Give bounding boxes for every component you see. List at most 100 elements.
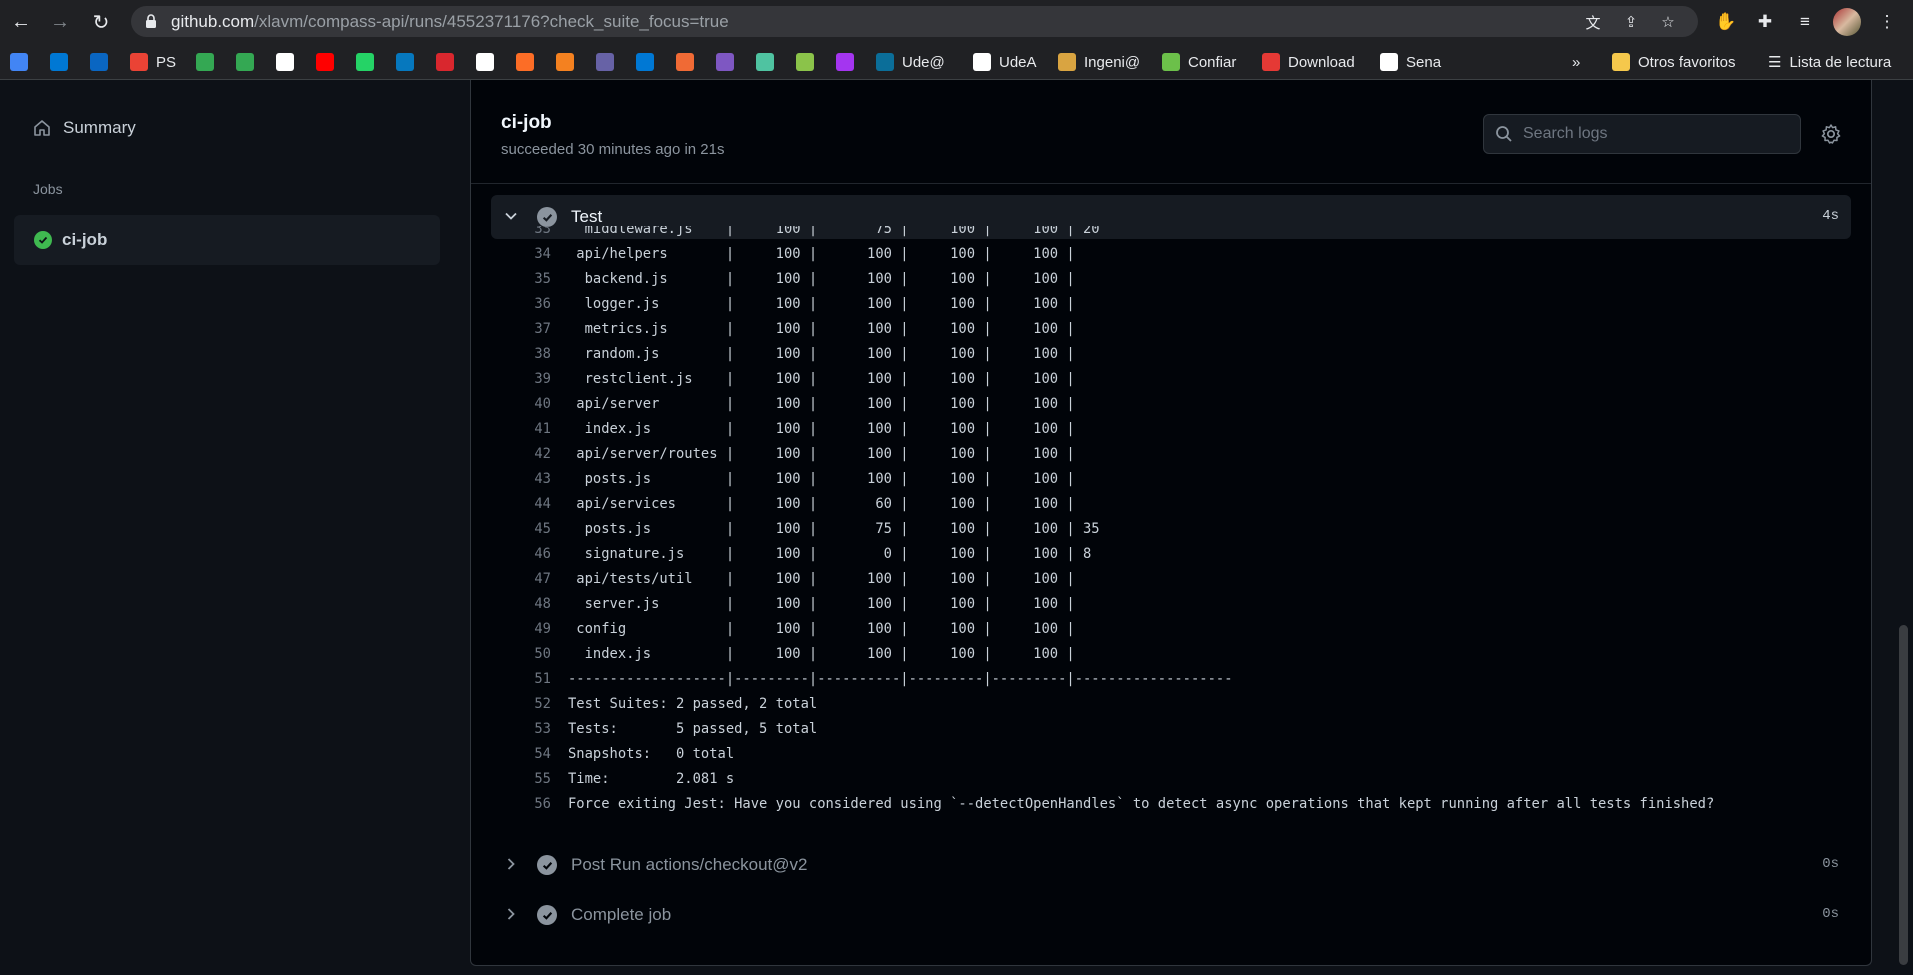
bookmark-item[interactable] xyxy=(596,52,614,72)
log-line: 46 signature.js | 100 | 0 | 100 | 100 | … xyxy=(491,542,1091,567)
menu-kebab-icon[interactable]: ⋮ xyxy=(1874,9,1900,35)
log-line-number[interactable]: 51 xyxy=(491,667,551,692)
log-line-number[interactable]: 48 xyxy=(491,592,551,617)
reload-icon[interactable]: ↻ xyxy=(88,9,114,35)
browser-toolbar: ← → ↻ github.com/xlavm/compass-api/runs/… xyxy=(0,0,1913,43)
google-drive-icon xyxy=(196,53,214,71)
log-line-text: posts.js | 100 | 100 | 100 | 100 | xyxy=(568,471,1075,487)
log-line-text: Tests: 5 passed, 5 total xyxy=(568,721,818,737)
log-line-number[interactable]: 49 xyxy=(491,617,551,642)
log-line: 33 middleware.js | 100 | 75 | 100 | 100 … xyxy=(491,226,1099,242)
scrollbar-thumb[interactable] xyxy=(1899,625,1908,965)
step-name: Post Run actions/checkout@v2 xyxy=(571,855,808,874)
summary-link[interactable]: Summary xyxy=(33,118,136,138)
youtube-icon xyxy=(316,53,334,71)
bookmark-item[interactable]: Confiar xyxy=(1162,52,1236,72)
bookmark-item[interactable] xyxy=(836,52,854,72)
log-line-number[interactable]: 33 xyxy=(491,226,551,242)
bookmark-item[interactable] xyxy=(396,52,414,72)
log-line-text: -------------------|---------|----------… xyxy=(568,671,1233,687)
log-line-number[interactable]: 47 xyxy=(491,567,551,592)
overflow-chevron: » xyxy=(1572,53,1581,71)
other-favorites-folder[interactable]: Otros favoritos xyxy=(1612,52,1736,72)
bookmark-item[interactable] xyxy=(476,52,494,72)
bookmark-item[interactable]: PS xyxy=(130,52,176,72)
adblock-extension-icon[interactable]: ✋ xyxy=(1713,9,1739,35)
bookmark-item[interactable] xyxy=(10,52,28,72)
step-complete-job[interactable]: Complete job 0s xyxy=(491,893,1851,937)
sidebar-job-ci-job[interactable]: ci-job xyxy=(14,215,440,265)
jobs-heading: Jobs xyxy=(33,181,63,197)
log-line-number[interactable]: 44 xyxy=(491,492,551,517)
bookmark-item[interactable] xyxy=(756,52,774,72)
search-logs-input[interactable]: Search logs xyxy=(1483,114,1801,154)
log-line-number[interactable]: 40 xyxy=(491,392,551,417)
heroku-icon xyxy=(596,53,614,71)
bookmark-item[interactable] xyxy=(516,52,534,72)
log-line-number[interactable]: 36 xyxy=(491,292,551,317)
bookmark-item[interactable]: Ingeni@ xyxy=(1058,52,1140,72)
bookmark-item[interactable] xyxy=(356,52,374,72)
log-line-number[interactable]: 54 xyxy=(491,742,551,767)
bookmark-item[interactable] xyxy=(196,52,214,72)
bookmarks-overflow-button[interactable]: » xyxy=(1572,52,1580,72)
udea-u-icon xyxy=(973,53,991,71)
profile-avatar[interactable] xyxy=(1833,8,1861,36)
page-scrollbar[interactable] xyxy=(1894,80,1913,975)
bookmark-item[interactable] xyxy=(236,52,254,72)
log-line-number[interactable]: 45 xyxy=(491,517,551,542)
log-line: 45 posts.js | 100 | 75 | 100 | 100 | 35 xyxy=(491,517,1100,542)
gear-icon[interactable] xyxy=(1820,123,1842,145)
step-post-run-checkout[interactable]: Post Run actions/checkout@v2 0s xyxy=(491,843,1851,887)
udemy-icon xyxy=(836,53,854,71)
bookmark-star-icon[interactable]: ☆ xyxy=(1658,12,1678,32)
google-icon xyxy=(276,53,294,71)
extensions-icon[interactable]: ✚ xyxy=(1752,9,1778,35)
diamond-icon xyxy=(796,53,814,71)
log-line-number[interactable]: 56 xyxy=(491,792,551,817)
bookmark-item[interactable] xyxy=(436,52,454,72)
log-line-number[interactable]: 34 xyxy=(491,242,551,267)
actions-run-page: Summary Jobs ci-job ci-job succeeded 30 … xyxy=(0,80,1913,975)
bookmark-item[interactable] xyxy=(716,52,734,72)
back-icon[interactable]: ← xyxy=(8,9,34,35)
log-line-number[interactable]: 38 xyxy=(491,342,551,367)
bookmark-item[interactable] xyxy=(556,52,574,72)
bookmark-item[interactable]: Download xyxy=(1262,52,1355,72)
log-line-number[interactable]: 41 xyxy=(491,417,551,442)
address-bar[interactable]: github.com/xlavm/compass-api/runs/455237… xyxy=(131,6,1698,37)
bookmark-item[interactable] xyxy=(796,52,814,72)
url-text: github.com/xlavm/compass-api/runs/455237… xyxy=(171,12,729,31)
log-line-number[interactable]: 52 xyxy=(491,692,551,717)
log-line-number[interactable]: 46 xyxy=(491,542,551,567)
log-line-number[interactable]: 42 xyxy=(491,442,551,467)
bookmark-item[interactable]: Ude@ xyxy=(876,52,945,72)
share-icon[interactable]: ⇪ xyxy=(1621,12,1641,32)
translate-icon[interactable]: 文 xyxy=(1583,12,1603,32)
bookmark-item[interactable]: UdeA xyxy=(973,52,1037,72)
bookmark-item[interactable] xyxy=(276,52,294,72)
job-log-panel: ci-job succeeded 30 minutes ago in 21s S… xyxy=(470,80,1872,966)
log-line: 38 random.js | 100 | 100 | 100 | 100 | xyxy=(491,342,1074,367)
other-favorites-label: Otros favoritos xyxy=(1638,53,1736,71)
log-line-number[interactable]: 37 xyxy=(491,317,551,342)
log-line-number[interactable]: 39 xyxy=(491,367,551,392)
reading-list-icon[interactable]: ≡ xyxy=(1792,9,1818,35)
log-line-number[interactable]: 43 xyxy=(491,467,551,492)
reading-list-button[interactable]: ☰ Lista de lectura xyxy=(1768,52,1891,72)
job-header: ci-job succeeded 30 minutes ago in 21s S… xyxy=(471,80,1871,184)
bookmark-item[interactable] xyxy=(316,52,334,72)
log-line-number[interactable]: 53 xyxy=(491,717,551,742)
log-line: 42 api/server/routes | 100 | 100 | 100 |… xyxy=(491,442,1074,467)
bookmark-item[interactable] xyxy=(50,52,68,72)
log-line-number[interactable]: 50 xyxy=(491,642,551,667)
log-line-text: posts.js | 100 | 75 | 100 | 100 | 35 xyxy=(568,521,1100,537)
bookmark-item[interactable] xyxy=(676,52,694,72)
log-line-number[interactable]: 35 xyxy=(491,267,551,292)
bookmark-item[interactable] xyxy=(90,52,108,72)
bookmark-item[interactable]: Sena xyxy=(1380,52,1441,72)
forward-icon[interactable]: → xyxy=(47,9,73,35)
log-line: 54 Snapshots: 0 total xyxy=(491,742,734,767)
log-line-number[interactable]: 55 xyxy=(491,767,551,792)
bookmark-item[interactable] xyxy=(636,52,654,72)
